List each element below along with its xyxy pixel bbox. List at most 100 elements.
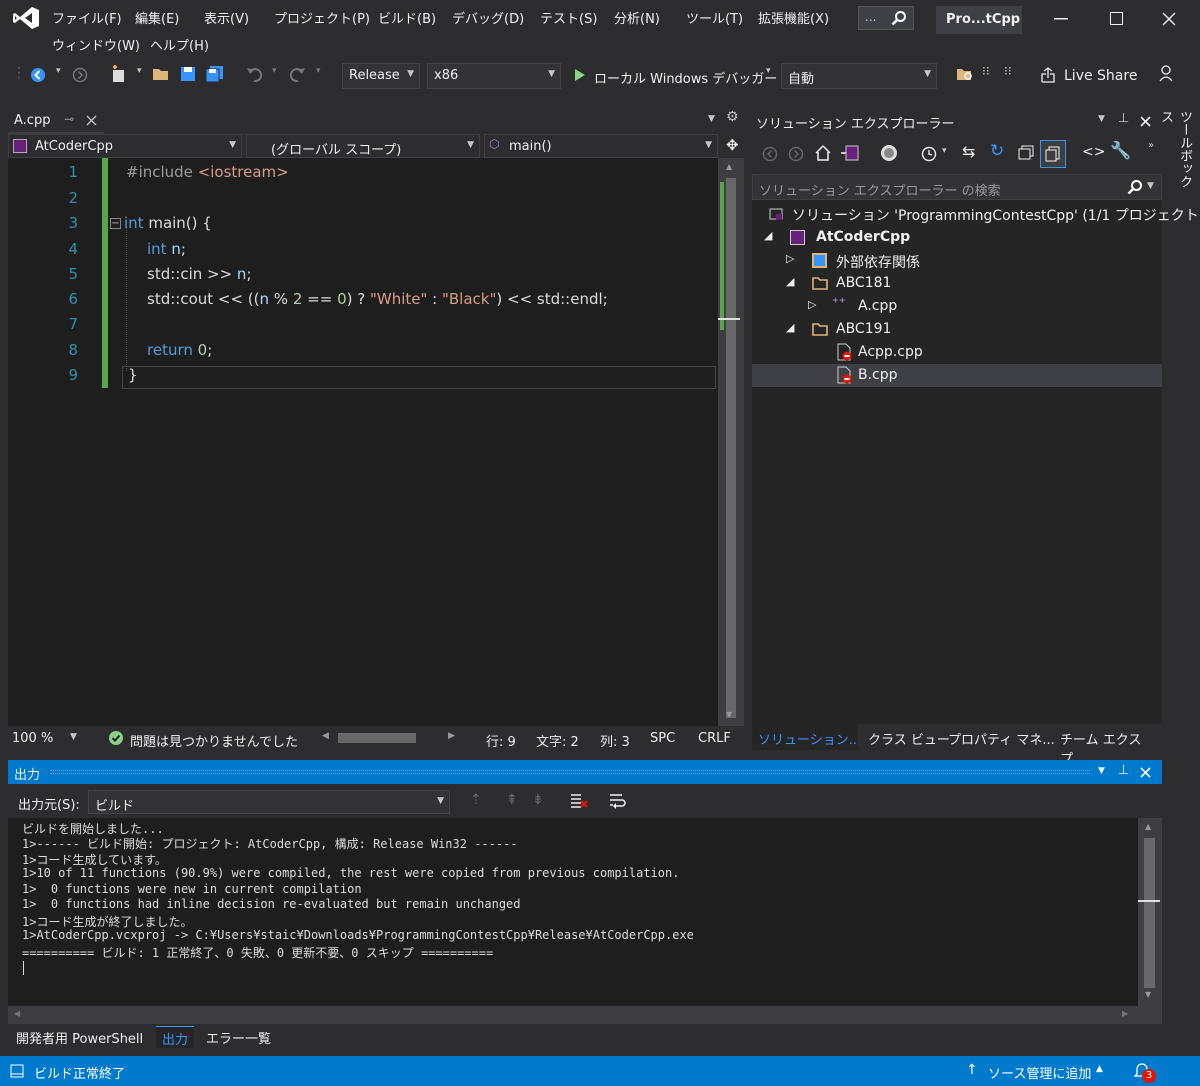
home-icon[interactable] [814, 144, 832, 162]
collapsed-arrow-icon[interactable]: ▷ [786, 252, 794, 265]
tree-item-b-cpp[interactable]: B.cpp [752, 364, 1162, 387]
output-text-area[interactable]: ビルドを開始しました... 1>------ ビルド開始: プロジェクト: At… [8, 818, 1138, 1006]
tree-item-folder-abc181[interactable]: ◢ ABC181 [752, 272, 1162, 295]
visual-studio-logo-icon[interactable] [12, 6, 40, 30]
tab-error-list[interactable]: エラー一覧 [200, 1026, 277, 1048]
clear-all-icon[interactable] [570, 792, 588, 810]
scroll-right-icon[interactable]: ▶ [448, 731, 455, 741]
menu-file[interactable]: ファイル(F) [52, 8, 122, 27]
search-box[interactable]: ... [858, 6, 914, 30]
issues-status[interactable]: 問題は見つかりませんでした [130, 731, 298, 750]
platform-combo[interactable]: x86 ▼ [427, 63, 561, 89]
output-horizontal-scrollbar[interactable]: ◀ ▶ [8, 1006, 1162, 1024]
output-vertical-scrollbar[interactable]: ▲ ▼ [1138, 818, 1162, 1006]
new-project-dropdown-icon[interactable]: ▾ [137, 66, 142, 76]
horizontal-scrollbar-thumb[interactable] [338, 733, 416, 743]
configuration-combo[interactable]: Release ▼ [342, 63, 420, 89]
pending-changes-icon[interactable] [880, 144, 898, 162]
navigate-back-icon[interactable] [30, 67, 46, 83]
tab-developer-powershell[interactable]: 開発者用 PowerShell [10, 1026, 149, 1048]
tab-a-cpp[interactable]: A.cpp ⊸ [8, 108, 104, 134]
forward-icon[interactable] [788, 146, 804, 162]
goto-previous-message-icon[interactable]: ⇡ [470, 792, 482, 808]
find-in-files-icon[interactable] [956, 66, 974, 82]
minimize-icon[interactable] [1054, 18, 1068, 20]
menu-test[interactable]: テスト(S) [540, 8, 597, 27]
tab-property-manager[interactable]: プロパティ マネ... [948, 729, 1055, 748]
close-panel-icon[interactable] [1140, 116, 1151, 127]
close-window-icon[interactable] [1162, 12, 1176, 26]
back-icon[interactable] [762, 146, 778, 162]
save-all-icon[interactable] [206, 66, 224, 82]
scroll-left-icon[interactable]: ◀ [14, 1009, 20, 1018]
overflow-icon[interactable]: » [1148, 140, 1154, 151]
scroll-down-icon[interactable]: ▼ [1145, 990, 1151, 999]
expanded-arrow-icon[interactable]: ◢ [786, 275, 794, 288]
save-icon[interactable] [180, 66, 196, 82]
menu-extensions[interactable]: 拡張機能(X) [758, 8, 829, 27]
panel-options-icon[interactable]: ▼ [1098, 766, 1105, 776]
tab-solution-explorer[interactable]: ソリューション... [752, 724, 858, 750]
start-debug-icon[interactable] [574, 68, 586, 82]
zoom-dropdown-icon[interactable]: ▼ [70, 732, 77, 742]
scrollbar-thumb[interactable] [726, 178, 736, 718]
navigate-forward-icon[interactable] [72, 67, 88, 83]
maximize-icon[interactable] [1110, 12, 1123, 25]
menu-build[interactable]: ビルド(B) [378, 8, 436, 27]
breakpoint-toggle-icon[interactable]: ⁝⁝ [982, 64, 990, 78]
menu-window[interactable]: ウィンドウ(W) [52, 35, 140, 54]
scroll-right-icon[interactable]: ▶ [1122, 1009, 1128, 1018]
menu-help[interactable]: ヘルプ(H) [150, 35, 209, 54]
close-tab-icon[interactable] [86, 115, 97, 126]
undo-dropdown-icon[interactable]: ▾ [272, 66, 277, 76]
gear-icon[interactable]: ⚙ [726, 109, 739, 125]
share-icon[interactable] [1040, 67, 1056, 83]
scroll-up-icon[interactable]: ▲ [1145, 822, 1151, 831]
scope-nav-combo[interactable]: (グローバル スコープ) ▼ [246, 134, 480, 158]
scroll-left-icon[interactable]: ◀ [322, 731, 329, 741]
collapse-all-icon[interactable] [1018, 145, 1034, 161]
history-dropdown-icon[interactable]: ▾ [942, 146, 947, 156]
solution-config-combo[interactable]: 自動 ▼ [781, 63, 937, 89]
panel-options-icon[interactable]: ▼ [1098, 114, 1105, 124]
debugger-dropdown-icon[interactable]: ▾ [766, 66, 771, 76]
menu-view[interactable]: 表示(V) [204, 8, 249, 27]
back-dropdown-icon[interactable]: ▾ [56, 66, 61, 76]
scroll-down-icon[interactable]: ▼ [726, 710, 732, 719]
code-editor[interactable]: 1 2 3 4 5 6 7 8 9 #include <iostream> − … [8, 158, 718, 726]
open-folder-icon[interactable] [152, 66, 170, 82]
solution-search-box[interactable]: ソリューション エクスプローラー の検索 ▼ [752, 174, 1162, 200]
scrollbar-thumb[interactable] [1144, 838, 1155, 988]
menu-debug[interactable]: デバッグ(D) [452, 8, 524, 27]
zoom-level[interactable]: 100 % [12, 731, 53, 746]
collapsed-arrow-icon[interactable]: ▷ [808, 298, 816, 311]
expanded-arrow-icon[interactable]: ◢ [786, 321, 794, 334]
scroll-up-icon[interactable]: ▲ [726, 162, 732, 171]
close-panel-icon[interactable] [1140, 767, 1151, 778]
history-icon[interactable] [920, 144, 938, 162]
pin-icon[interactable]: ⊸ [64, 112, 74, 126]
add-to-source-control-button[interactable]: ソース管理に追加 [988, 1063, 1091, 1082]
toolbox-side-tab[interactable]: ツールボックス [1158, 108, 1194, 198]
redo-icon[interactable] [288, 66, 306, 82]
sync-icon[interactable]: ⇆ [962, 142, 975, 161]
editor-vertical-scrollbar[interactable]: ▲ ▼ [718, 158, 744, 726]
tree-item-external-deps[interactable]: ▷ 外部依存関係 [752, 249, 1162, 272]
split-editor-button[interactable]: ✥ [722, 134, 744, 158]
menu-analyze[interactable]: 分析(N) [614, 8, 660, 27]
tree-item-acpp-cpp[interactable]: Acpp.cpp [752, 341, 1162, 364]
start-debugger-button[interactable]: ローカル Windows デバッガー [594, 68, 777, 87]
feedback-person-icon[interactable] [1158, 64, 1176, 82]
tree-item-solution[interactable]: ソリューション 'ProgrammingContestCpp' (1/1 プロジ… [752, 202, 1200, 225]
tab-class-view[interactable]: クラス ビュー [868, 729, 950, 748]
live-share-button[interactable]: Live Share [1064, 68, 1137, 84]
wrench-icon[interactable]: 🔧 [1110, 141, 1131, 161]
layout-toggle-icon[interactable]: ⁝⁝ [1004, 64, 1012, 78]
find-previous-icon[interactable]: ⇞ [506, 792, 518, 808]
find-next-icon[interactable]: ⇟ [532, 792, 544, 808]
tab-output[interactable]: 出力 [156, 1026, 195, 1048]
show-all-files-button[interactable] [1040, 140, 1066, 168]
pin-icon[interactable]: ⊥ [1118, 763, 1129, 778]
refresh-icon[interactable]: ↻ [990, 141, 1004, 161]
menu-project[interactable]: プロジェクト(P) [274, 8, 370, 27]
